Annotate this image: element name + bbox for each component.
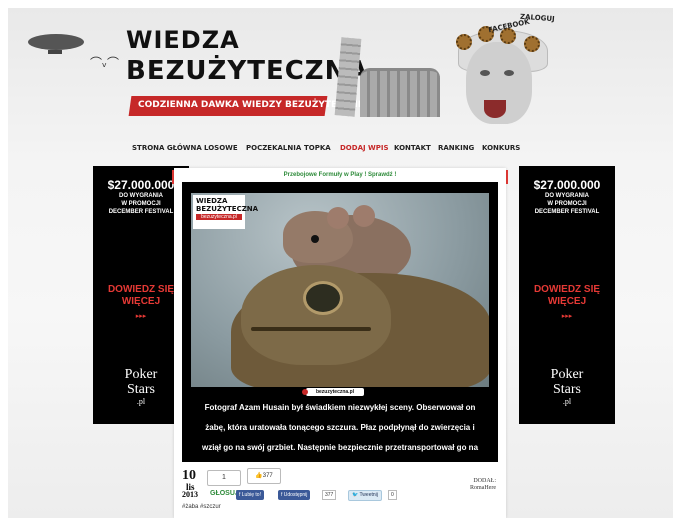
facebook-share-label: Udostępnij	[283, 492, 308, 498]
nav-item-contest[interactable]: KONKURS	[482, 144, 522, 158]
tagline: CODZIENNA DAWKA WIEDZY BEZUŻYTECZNEJ	[138, 100, 368, 110]
birds-illustration: ⌒ᵥ⌒	[90, 56, 120, 70]
ad-line3: DECEMBER FESTIVAL	[534, 209, 600, 215]
right-ad-banner[interactable]: $27.000.000 DO WYGRANIA W PROMOCJI DECEM…	[519, 166, 615, 424]
post-meta: 10 lis 2013 1 GŁOSUJ 👍377 f Lubię to! f …	[182, 466, 498, 516]
brand-domain: .pl	[562, 397, 572, 406]
ad-line1: DO WYGRANIA	[545, 193, 589, 199]
toad-mouth	[251, 327, 371, 331]
nav-item-random[interactable]: LOSOWE	[204, 144, 246, 158]
ad-cta1: DOWIEDZ SIĘ	[533, 284, 601, 295]
gear-icon	[456, 34, 472, 50]
nav-item-waiting-room[interactable]: POCZEKALNIA	[246, 144, 304, 158]
facebook-share-count: 377	[322, 490, 337, 500]
ad-line2: W PROMOCJI	[547, 201, 587, 207]
added-by-label: DODAŁ:	[473, 478, 496, 484]
post-tags[interactable]: #żaba #szczur	[182, 504, 221, 510]
einstein-tongue	[484, 100, 506, 118]
rat-ear	[353, 205, 375, 227]
thumbs-up-icon: 👍	[255, 473, 263, 479]
nav-item-top[interactable]: TOPKA	[304, 144, 340, 158]
blimp-gondola	[48, 50, 62, 54]
facebook-like-button[interactable]: f Lubię to!	[236, 490, 264, 500]
einstein-eye-left	[480, 70, 490, 76]
post-date-year: 2013	[182, 490, 198, 499]
rat-eye	[311, 235, 319, 243]
like-count: 377	[262, 473, 273, 479]
rat-ear	[327, 207, 349, 229]
site-logo-line1[interactable]: WIEDZA	[126, 26, 240, 54]
facebook-share-button[interactable]: f Udostępnij	[278, 490, 311, 500]
nav-item-add-post[interactable]: DODAJ WPIS	[340, 144, 394, 158]
like-button[interactable]: 👍377	[247, 468, 281, 484]
einstein-eye-right	[504, 70, 514, 76]
added-by: DODAŁ: RomaHere	[470, 478, 496, 492]
twitter-icon: 🐦	[352, 492, 360, 498]
toad-eye	[303, 281, 343, 315]
tweet-count: 0	[388, 490, 397, 500]
gear-icon	[524, 36, 540, 52]
site-logo-line2[interactable]: BEZUŻYTECZNA	[126, 56, 369, 86]
facebook-like-label: Lubię to!	[241, 492, 261, 498]
vote-button[interactable]: GŁOSUJ	[210, 490, 239, 497]
brand-word2: Stars	[553, 382, 581, 397]
nav-item-ranking[interactable]: RANKING	[438, 144, 482, 158]
image-logo-domain: bezuzyteczna.pl	[196, 214, 242, 220]
nav-item-contact[interactable]: KONTAKT	[394, 144, 438, 158]
toad-head	[241, 265, 391, 365]
image-logo-line2: BEZUŻYTECZNA	[196, 205, 259, 213]
post-card: Przebojowe Formuły w Play ! Sprawdź ! WI…	[174, 168, 506, 518]
image-watermark: bezuzyteczna.pl	[302, 388, 364, 396]
ad-amount: $27.000.000	[533, 178, 601, 192]
nav-item-home[interactable]: STRONA GŁÓWNA	[132, 144, 204, 158]
brand-word2: Stars	[127, 382, 155, 397]
main-nav: STRONA GŁÓWNA LOSOWE POCZEKALNIA TOPKA D…	[132, 144, 522, 158]
image-logo: WIEDZA BEZUŻYTECZNA bezuzyteczna.pl	[193, 195, 259, 229]
promo-link[interactable]: Przebojowe Formuły w Play ! Sprawdź !	[174, 172, 506, 178]
image-logo-line1: WIEDZA	[196, 197, 228, 205]
brand-word1: Poker	[550, 367, 584, 382]
tweet-button[interactable]: 🐦 Tweetnij	[348, 490, 382, 501]
ad-arrows-icon: ▸▸▸	[561, 313, 573, 320]
colosseum-illustration	[360, 68, 440, 117]
site-header: ⌒ᵥ⌒ WIEDZA BEZUŻYTECZNA CODZIENNA DAWKA …	[8, 8, 673, 138]
vote-count: 1	[207, 470, 241, 486]
ad-cta2: WIĘCEJ	[547, 296, 587, 307]
blimp-illustration	[28, 34, 84, 50]
page-frame: ⌒ᵥ⌒ WIEDZA BEZUŻYTECZNA CODZIENNA DAWKA …	[8, 8, 673, 518]
post-image[interactable]: WIEDZA BEZUŻYTECZNA bezuzyteczna.pl	[191, 193, 489, 387]
post-media-panel: WIEDZA BEZUŻYTECZNA bezuzyteczna.pl bezu…	[182, 182, 498, 472]
added-by-user[interactable]: RomaHere	[470, 485, 496, 492]
pokerstars-logo: Poker Stars .pl	[519, 367, 615, 406]
brand-word1: Poker	[124, 367, 158, 382]
tweet-label: Tweetnij	[359, 492, 378, 498]
